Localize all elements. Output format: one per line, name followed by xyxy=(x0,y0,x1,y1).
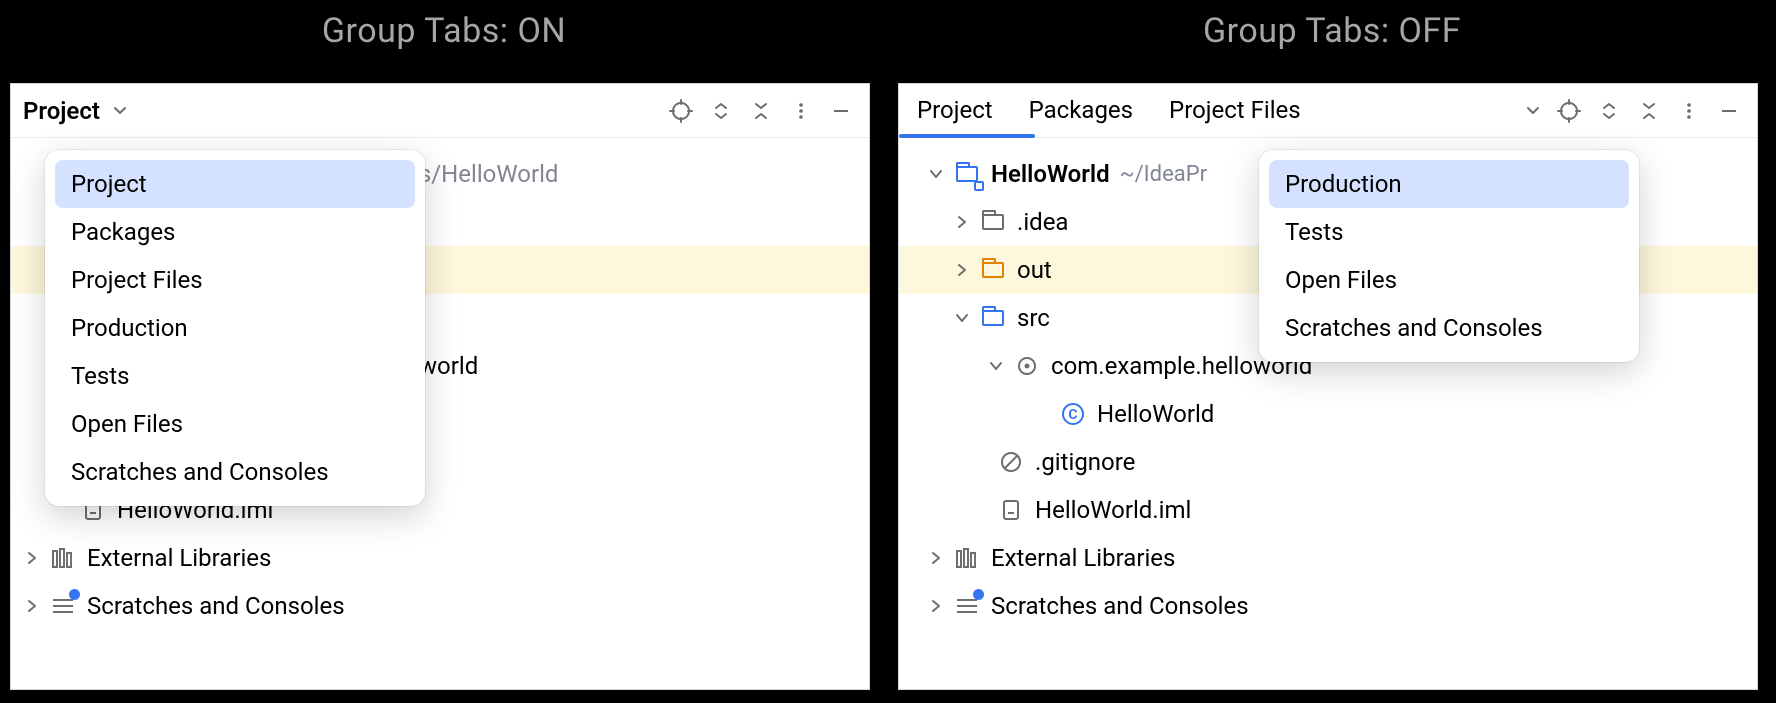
target-icon[interactable] xyxy=(661,91,701,131)
package-icon xyxy=(1013,352,1041,380)
node-label: HelloWorld.iml xyxy=(1035,496,1191,524)
node-label: .gitignore xyxy=(1035,448,1135,476)
tab-project-files[interactable]: Project Files xyxy=(1169,96,1301,126)
more-icon[interactable] xyxy=(1669,91,1709,131)
popup-item-production[interactable]: Production xyxy=(55,304,415,352)
chevron-down-icon xyxy=(983,353,1009,379)
tree-row-class[interactable]: C HelloWorld xyxy=(899,390,1757,438)
target-icon[interactable] xyxy=(1549,91,1589,131)
tree-row-ext-libs[interactable]: External Libraries xyxy=(11,534,869,582)
class-icon: C xyxy=(1059,400,1087,428)
root-label: HelloWorld xyxy=(991,160,1110,188)
toolbar: Project Packages Project Files xyxy=(899,84,1757,138)
popup-item-open-files[interactable]: Open Files xyxy=(55,400,415,448)
chevron-down-icon[interactable] xyxy=(106,91,134,131)
tree-row-scratches[interactable]: Scratches and Consoles xyxy=(899,582,1757,630)
popup-item-project[interactable]: Project xyxy=(55,160,415,208)
tab-project[interactable]: Project xyxy=(917,96,993,126)
node-label: External Libraries xyxy=(991,544,1175,572)
tree-row-iml[interactable]: HelloWorld.iml xyxy=(899,486,1757,534)
popup-item-production[interactable]: Production xyxy=(1269,160,1629,208)
svg-text:C: C xyxy=(1068,407,1077,423)
minimize-icon[interactable] xyxy=(821,91,861,131)
tab-overflow-popup: Production Tests Open Files Scratches an… xyxy=(1259,150,1639,362)
chevron-down-icon xyxy=(949,305,975,331)
libraries-icon xyxy=(49,544,77,572)
ext-lib-label: External Libraries xyxy=(87,544,271,572)
chevron-right-icon xyxy=(19,545,45,571)
tree-row-ext-libs[interactable]: External Libraries xyxy=(899,534,1757,582)
root-path-fragment: ts/HelloWorld xyxy=(411,160,558,188)
root-path-label: ~/IdeaPr xyxy=(1120,162,1207,187)
node-label: src xyxy=(1017,304,1050,332)
panel-group-tabs-on: Project ts/HelloWorld world xyxy=(10,83,870,690)
chevron-right-icon xyxy=(923,593,949,619)
popup-item-project-files[interactable]: Project Files xyxy=(55,256,415,304)
popup-item-scratches[interactable]: Scratches and Consoles xyxy=(1269,304,1629,352)
chevron-right-icon xyxy=(923,545,949,571)
view-tabs: Project Packages Project Files xyxy=(911,84,1301,137)
minimize-icon[interactable] xyxy=(1709,91,1749,131)
tree-row-scratches[interactable]: Scratches and Consoles xyxy=(11,582,869,630)
scratches-icon xyxy=(49,592,77,620)
node-label: .idea xyxy=(1017,208,1068,236)
popup-item-tests[interactable]: Tests xyxy=(55,352,415,400)
view-switcher-label[interactable]: Project xyxy=(23,97,100,125)
more-icon[interactable] xyxy=(781,91,821,131)
module-folder-icon xyxy=(953,160,981,188)
scratches-icon xyxy=(953,592,981,620)
caption-right: Group Tabs: OFF xyxy=(888,0,1776,62)
chevron-down-icon xyxy=(923,161,949,187)
file-icon xyxy=(997,496,1025,524)
popup-item-tests[interactable]: Tests xyxy=(1269,208,1629,256)
panel-group-tabs-off: Project Packages Project Files xyxy=(898,83,1758,690)
view-switcher-popup: Project Packages Project Files Productio… xyxy=(45,150,425,506)
chevron-right-icon xyxy=(19,593,45,619)
tab-packages[interactable]: Packages xyxy=(1029,96,1133,126)
collapse-all-icon[interactable] xyxy=(741,91,781,131)
tree-row-gitignore[interactable]: .gitignore xyxy=(899,438,1757,486)
folder-icon xyxy=(979,256,1007,284)
popup-item-packages[interactable]: Packages xyxy=(55,208,415,256)
active-tab-indicator xyxy=(899,134,1035,138)
folder-icon xyxy=(979,208,1007,236)
expand-all-icon[interactable] xyxy=(1589,91,1629,131)
expand-all-icon[interactable] xyxy=(701,91,741,131)
caption-left: Group Tabs: ON xyxy=(0,0,888,62)
package-fragment: world xyxy=(419,352,478,380)
chevron-down-icon[interactable] xyxy=(1517,91,1549,131)
toolbar: Project xyxy=(11,84,869,138)
source-folder-icon xyxy=(979,304,1007,332)
popup-item-scratches[interactable]: Scratches and Consoles xyxy=(55,448,415,496)
node-label: Scratches and Consoles xyxy=(991,592,1249,620)
popup-item-open-files[interactable]: Open Files xyxy=(1269,256,1629,304)
scratches-label: Scratches and Consoles xyxy=(87,592,345,620)
libraries-icon xyxy=(953,544,981,572)
collapse-all-icon[interactable] xyxy=(1629,91,1669,131)
chevron-right-icon xyxy=(949,257,975,283)
chevron-right-icon xyxy=(949,209,975,235)
node-label: HelloWorld xyxy=(1097,400,1214,428)
ignored-icon xyxy=(997,448,1025,476)
node-label: out xyxy=(1017,256,1052,284)
